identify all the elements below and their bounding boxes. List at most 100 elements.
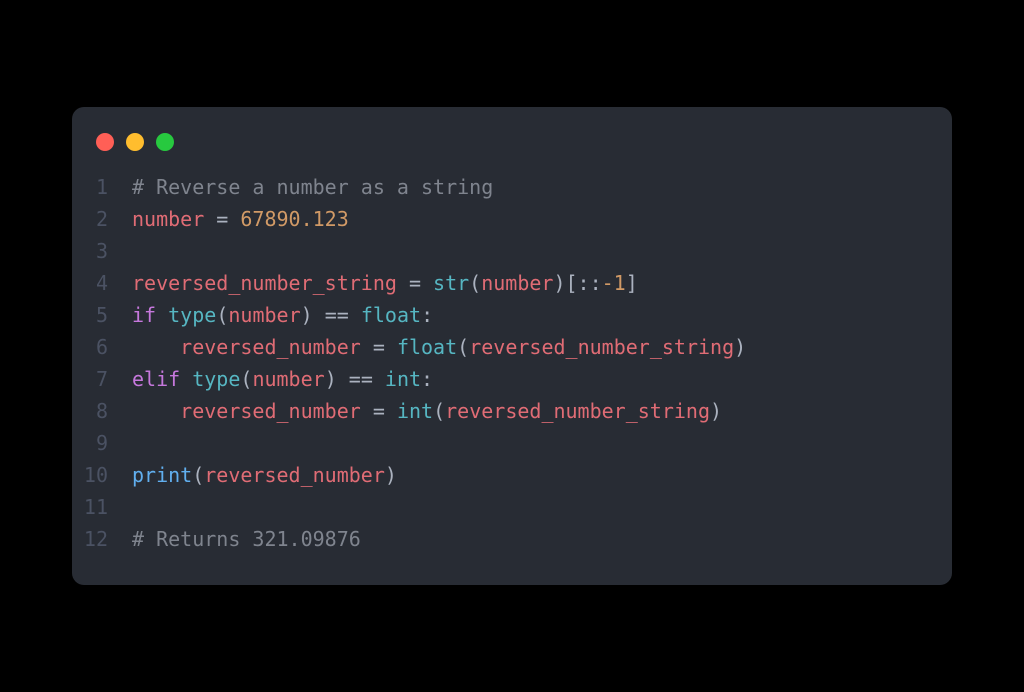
- token-default: [397, 271, 409, 295]
- line-number: 4: [72, 267, 132, 299]
- token-op: ==: [349, 367, 373, 391]
- code-content: reversed_number = int(reversed_number_st…: [132, 395, 722, 427]
- token-punct: ): [385, 463, 397, 487]
- token-punct: (: [240, 367, 252, 391]
- token-punct: :: [421, 303, 433, 327]
- code-line: 5if type(number) == float:: [72, 299, 952, 331]
- code-line: 2number = 67890.123: [72, 203, 952, 235]
- line-number: 9: [72, 427, 132, 459]
- code-window: 1# Reverse a number as a string2number =…: [72, 107, 952, 585]
- token-default: [132, 335, 180, 359]
- token-punct: ): [301, 303, 325, 327]
- code-line: 12# Returns 321.09876: [72, 523, 952, 555]
- line-number: 3: [72, 235, 132, 267]
- token-builtin: float: [397, 335, 457, 359]
- token-ident: reversed_number_string: [469, 335, 734, 359]
- token-punct: (: [469, 271, 481, 295]
- token-default: [180, 367, 192, 391]
- code-content: [132, 491, 144, 523]
- token-default: [156, 303, 168, 327]
- line-number: 8: [72, 395, 132, 427]
- token-ident: number: [132, 207, 204, 231]
- token-op: ==: [325, 303, 349, 327]
- code-line: 6 reversed_number = float(reversed_numbe…: [72, 331, 952, 363]
- code-line: 10print(reversed_number): [72, 459, 952, 491]
- token-ident: reversed_number: [204, 463, 385, 487]
- token-punct: (: [192, 463, 204, 487]
- token-punct: ): [325, 367, 349, 391]
- token-ident: number: [252, 367, 324, 391]
- token-default: [349, 303, 361, 327]
- token-default: [421, 271, 433, 295]
- code-content: # Reverse a number as a string: [132, 171, 493, 203]
- code-line: 8 reversed_number = int(reversed_number_…: [72, 395, 952, 427]
- code-line: 4reversed_number_string = str(number)[::…: [72, 267, 952, 299]
- zoom-icon[interactable]: [156, 133, 174, 151]
- token-ident: reversed_number: [180, 399, 361, 423]
- token-builtin: float: [361, 303, 421, 327]
- code-content: reversed_number_string = str(number)[::-…: [132, 267, 638, 299]
- code-line: 1# Reverse a number as a string: [72, 171, 952, 203]
- token-punct: ]: [626, 271, 638, 295]
- token-num: -1: [602, 271, 626, 295]
- token-default: [204, 207, 216, 231]
- token-default: [373, 367, 385, 391]
- token-assign: =: [373, 399, 385, 423]
- line-number: 5: [72, 299, 132, 331]
- code-line: 9: [72, 427, 952, 459]
- line-number: 10: [72, 459, 132, 491]
- code-content: if type(number) == float:: [132, 299, 433, 331]
- token-assign: =: [373, 335, 385, 359]
- code-editor[interactable]: 1# Reverse a number as a string2number =…: [72, 171, 952, 555]
- token-keyword: if: [132, 303, 156, 327]
- window-title-bar: [72, 129, 952, 171]
- code-content: [132, 427, 144, 459]
- token-punct: (: [433, 399, 445, 423]
- token-punct: :: [421, 367, 433, 391]
- code-content: [132, 235, 144, 267]
- token-punct: ): [710, 399, 722, 423]
- minimize-icon[interactable]: [126, 133, 144, 151]
- token-builtin: str: [433, 271, 469, 295]
- token-comment: # Reverse a number as a string: [132, 175, 493, 199]
- token-default: [385, 335, 397, 359]
- line-number: 6: [72, 331, 132, 363]
- token-ident: number: [228, 303, 300, 327]
- token-default: [361, 335, 373, 359]
- code-content: print(reversed_number): [132, 459, 397, 491]
- code-content: number = 67890.123: [132, 203, 349, 235]
- token-punct: (: [216, 303, 228, 327]
- line-number: 12: [72, 523, 132, 555]
- token-default: [385, 399, 397, 423]
- token-builtin: type: [168, 303, 216, 327]
- line-number: 7: [72, 363, 132, 395]
- token-ident: reversed_number_string: [132, 271, 397, 295]
- line-number: 11: [72, 491, 132, 523]
- token-builtin: type: [192, 367, 240, 391]
- token-ident: number: [481, 271, 553, 295]
- line-number: 1: [72, 171, 132, 203]
- token-comment: # Returns 321.09876: [132, 527, 361, 551]
- line-number: 2: [72, 203, 132, 235]
- token-assign: =: [216, 207, 228, 231]
- token-default: [228, 207, 240, 231]
- token-ident: reversed_number: [180, 335, 361, 359]
- token-assign: =: [409, 271, 421, 295]
- token-keyword: elif: [132, 367, 180, 391]
- token-default: [361, 399, 373, 423]
- token-num: 67890.123: [240, 207, 348, 231]
- code-content: # Returns 321.09876: [132, 523, 361, 555]
- code-line: 3: [72, 235, 952, 267]
- token-punct: (: [457, 335, 469, 359]
- token-default: [132, 399, 180, 423]
- token-func: print: [132, 463, 192, 487]
- token-punct: )[::: [553, 271, 601, 295]
- token-builtin: int: [385, 367, 421, 391]
- token-ident: reversed_number_string: [445, 399, 710, 423]
- token-punct: ): [734, 335, 746, 359]
- close-icon[interactable]: [96, 133, 114, 151]
- code-content: elif type(number) == int:: [132, 363, 433, 395]
- code-line: 7elif type(number) == int:: [72, 363, 952, 395]
- code-content: reversed_number = float(reversed_number_…: [132, 331, 746, 363]
- token-builtin: int: [397, 399, 433, 423]
